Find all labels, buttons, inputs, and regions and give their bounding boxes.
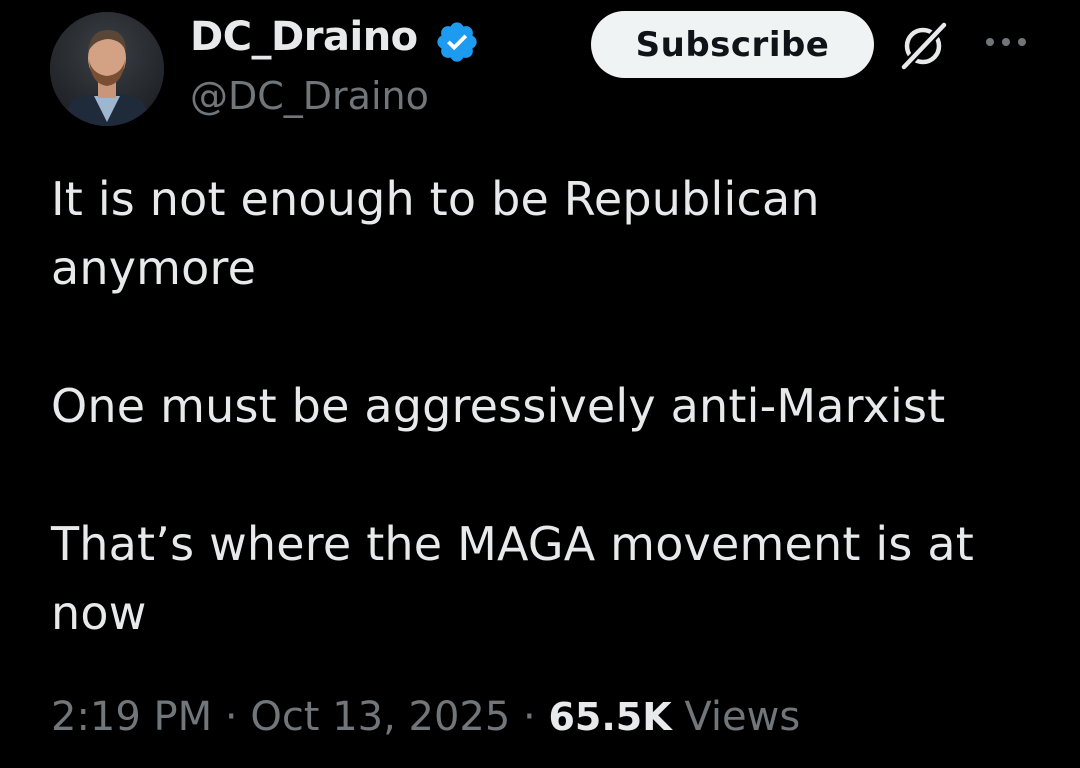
- views-count: 65.5K: [548, 695, 672, 739]
- tweet-meta: 2:19 PM · Oct 13, 2025 · 65.5K Views: [51, 694, 800, 740]
- author-handle[interactable]: @DC_Draino: [190, 74, 429, 118]
- tweet-time[interactable]: 2:19 PM: [51, 694, 212, 740]
- tweet-paragraph: One must be aggressively anti-Marxist: [51, 379, 946, 433]
- author-display-name[interactable]: DC_Draino: [190, 14, 418, 60]
- meta-separator: ·: [510, 694, 549, 740]
- tweet-paragraph: It is not enough to be Republican anymor…: [51, 172, 820, 295]
- tweet-paragraph: That’s where the MAGA movement is at now: [51, 517, 974, 640]
- tweet-date[interactable]: Oct 13, 2025: [250, 694, 510, 740]
- subscribe-button[interactable]: Subscribe: [591, 11, 874, 78]
- grok-icon[interactable]: [896, 19, 950, 73]
- verified-badge-icon: [437, 22, 477, 62]
- more-icon[interactable]: [984, 30, 1028, 54]
- avatar[interactable]: [50, 12, 164, 126]
- avatar-image: [50, 12, 164, 126]
- meta-separator: ·: [212, 694, 251, 740]
- tweet-text: It is not enough to be Republican anymor…: [51, 165, 1051, 648]
- views-label: Views: [684, 694, 801, 740]
